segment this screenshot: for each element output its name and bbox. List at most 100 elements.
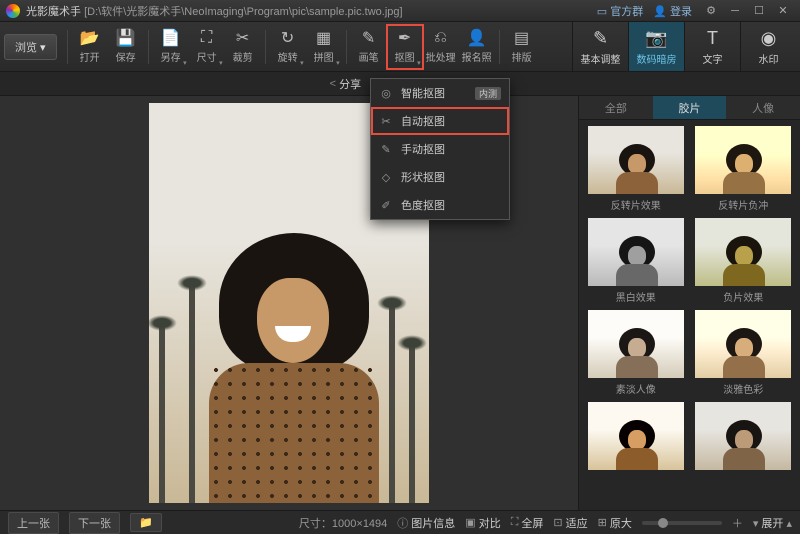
fit-button[interactable]: ⊡ 适应 [553, 515, 587, 531]
app-icon [6, 4, 20, 18]
expand-panel-button[interactable]: ▾ 展开 ▴ [753, 515, 792, 531]
settings-icon[interactable]: ⚙ [700, 3, 722, 19]
window-title: 光影魔术手 [D:\软件\光影魔术手\NeoImaging\Program\pi… [26, 3, 597, 19]
effect-thumb[interactable] [588, 218, 684, 286]
folder-button[interactable]: 📁 [130, 513, 162, 532]
effect-负片效果[interactable]: 负片效果 [693, 218, 795, 304]
tool-label: 抠图 [395, 49, 415, 64]
effect-黑白效果[interactable]: 黑白效果 [585, 218, 687, 304]
right-tab-文字[interactable]: T文字 [684, 22, 740, 71]
tool-抠图[interactable]: ✒抠图▾ [387, 25, 423, 69]
effect-thumb[interactable] [695, 126, 791, 194]
dropdown-label: 形状抠图 [401, 169, 445, 185]
side-tab-全部[interactable]: 全部 [579, 96, 653, 119]
effect-item[interactable] [585, 402, 687, 473]
dropdown-item-自动抠图[interactable]: ✂自动抠图 [371, 107, 509, 135]
tool-保存[interactable]: 💾保存 [108, 25, 144, 69]
side-tab-胶片[interactable]: 胶片 [653, 96, 727, 119]
effect-素淡人像[interactable]: 素淡人像 [585, 310, 687, 396]
tool-label: 打开 [80, 49, 100, 64]
dropdown-item-手动抠图[interactable]: ✎ 手动抠图 [371, 135, 509, 163]
tool-label: 裁剪 [233, 49, 253, 64]
effect-label: 素淡人像 [616, 381, 656, 396]
zoom-slider[interactable] [642, 521, 722, 525]
close-button[interactable]: ✕ [772, 3, 794, 19]
tool-label: 画笔 [359, 49, 379, 64]
tool-icon: ↻ [278, 29, 298, 47]
tool-icon: ▦ [314, 29, 334, 47]
tool-label: 排版 [512, 49, 532, 64]
tool-尺寸[interactable]: ⛶尺寸▾ [189, 25, 225, 69]
zoom-in-button[interactable]: ＋ [732, 515, 743, 531]
dropdown-icon: ✎ [379, 143, 393, 156]
dropdown-label: 手动抠图 [401, 141, 445, 157]
dropdown-icon: ◇ [379, 171, 393, 184]
badge: 内测 [475, 87, 501, 100]
dropdown-item-智能抠图[interactable]: ◎智能抠图内测 [371, 79, 509, 107]
effects-sidebar: 全部胶片人像 反转片效果 反转片负冲黑白效果 负片效果素淡人像 淡雅色彩 [578, 96, 800, 510]
maximize-button[interactable]: ☐ [748, 3, 770, 19]
right-tab-水印[interactable]: ◉水印 [740, 22, 796, 71]
effect-item[interactable] [693, 402, 795, 473]
titlebar: 光影魔术手 [D:\软件\光影魔术手\NeoImaging\Program\pi… [0, 0, 800, 22]
tool-画笔[interactable]: ✎画笔 [351, 25, 387, 69]
tool-icon: 👤 [467, 29, 487, 47]
tool-icon: 📄 [161, 29, 181, 47]
login-link[interactable]: 👤 登录 [653, 3, 692, 19]
tab-icon: 📷 [645, 28, 667, 49]
statusbar: 上一张 下一张 📁 尺寸：1000×1494 ⓘ 图片信息 ▣ 对比 ⛶ 全屏 … [0, 510, 800, 534]
tool-label: 保存 [116, 49, 136, 64]
image-info-button[interactable]: ⓘ 图片信息 [397, 515, 455, 531]
tool-label: 拼图 [314, 49, 334, 64]
tab-label: 水印 [759, 51, 779, 66]
share-button[interactable]: < 分享 [330, 76, 361, 92]
side-tab-人像[interactable]: 人像 [726, 96, 800, 119]
dropdown-icon: ✐ [379, 199, 393, 212]
dropdown-item-形状抠图[interactable]: ◇ 形状抠图 [371, 163, 509, 191]
official-group-link[interactable]: ▭ 官方群 [597, 3, 643, 19]
tool-icon: ✂ [233, 29, 253, 47]
tool-另存[interactable]: 📄另存▾ [153, 25, 189, 69]
dropdown-label: 自动抠图 [401, 113, 445, 129]
effect-反转片负冲[interactable]: 反转片负冲 [693, 126, 795, 212]
effect-label: 黑白效果 [616, 289, 656, 304]
fullscreen-button[interactable]: ⛶ 全屏 [511, 515, 544, 531]
effect-反转片效果[interactable]: 反转片效果 [585, 126, 687, 212]
tool-打开[interactable]: 📂 打开 [72, 25, 108, 69]
right-tab-基本调整[interactable]: ✎基本调整 [572, 22, 628, 71]
image-size-label: 尺寸：1000×1494 [299, 515, 387, 531]
effect-thumb[interactable] [695, 218, 791, 286]
tab-label: 数码暗房 [637, 51, 677, 66]
right-tab-数码暗房[interactable]: 📷 数码暗房 [628, 22, 684, 71]
tool-icon: ⛶ [197, 29, 217, 47]
tool-拼图[interactable]: ▦拼图▾ [306, 25, 342, 69]
tool-label: 另存 [161, 49, 181, 64]
next-image-button[interactable]: 下一张 [69, 512, 120, 534]
tool-icon: 📂 [80, 29, 100, 47]
dropdown-label: 色度抠图 [401, 197, 445, 213]
prev-image-button[interactable]: 上一张 [8, 512, 59, 534]
effect-thumb[interactable] [588, 126, 684, 194]
tool-旋转[interactable]: ↻旋转▾ [270, 25, 306, 69]
effect-thumb[interactable] [588, 402, 684, 470]
effect-淡雅色彩[interactable]: 淡雅色彩 [693, 310, 795, 396]
effect-label: 负片效果 [723, 289, 763, 304]
main-toolbar: 浏览 ▾ 📂打开💾保存📄另存▾⛶尺寸▾✂裁剪↻旋转▾▦拼图▾✎画笔✒抠图▾⎌批处… [0, 22, 800, 72]
compare-button[interactable]: ▣ 对比 [465, 515, 500, 531]
effect-thumb[interactable] [588, 310, 684, 378]
effect-thumb[interactable] [695, 402, 791, 470]
tab-icon: T [707, 28, 718, 49]
dropdown-item-色度抠图[interactable]: ✐ 色度抠图 [371, 191, 509, 219]
tool-报名照[interactable]: 👤 报名照 [459, 25, 495, 69]
tool-裁剪[interactable]: ✂ 裁剪 [225, 25, 261, 69]
effect-label: 反转片负冲 [718, 197, 768, 212]
tool-批处理[interactable]: ⎌批处理 [423, 25, 459, 69]
effect-label: 反转片效果 [611, 197, 661, 212]
browse-button[interactable]: 浏览 ▾ [4, 34, 57, 60]
tool-label: 尺寸 [197, 49, 217, 64]
effect-thumb[interactable] [695, 310, 791, 378]
tool-排版[interactable]: ▤排版 [504, 25, 540, 69]
tool-label: 报名照 [462, 49, 492, 64]
minimize-button[interactable]: ─ [724, 3, 746, 19]
actual-size-button[interactable]: ⊞ 原大 [598, 515, 632, 531]
